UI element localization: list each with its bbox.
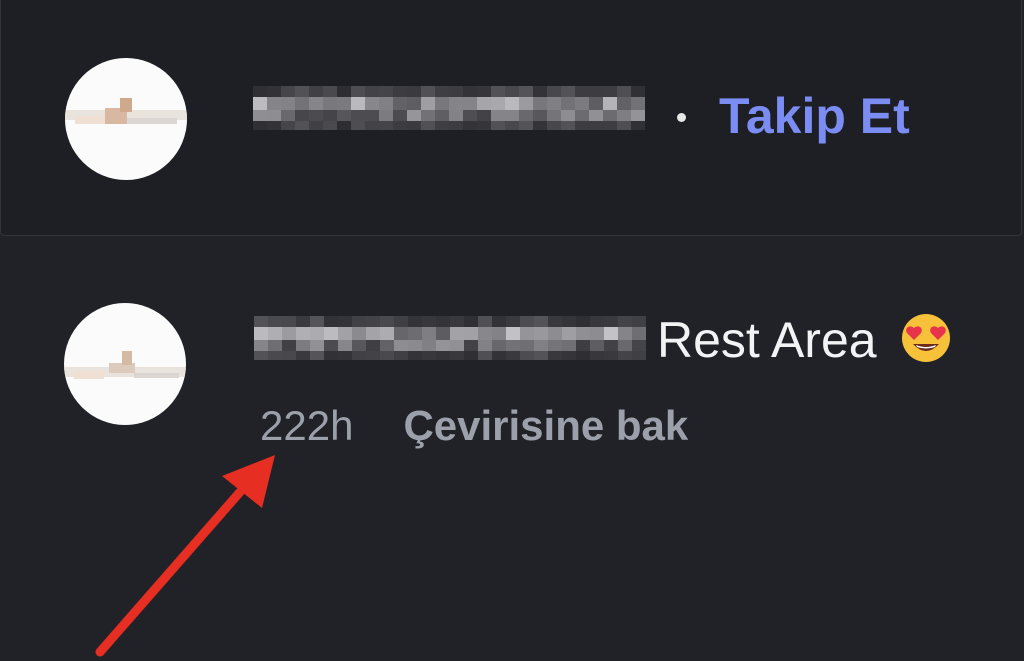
screen: Takip Et Rest Area 222h Çevirisine bak bbox=[0, 0, 1024, 661]
annotation-arrow bbox=[95, 455, 275, 657]
